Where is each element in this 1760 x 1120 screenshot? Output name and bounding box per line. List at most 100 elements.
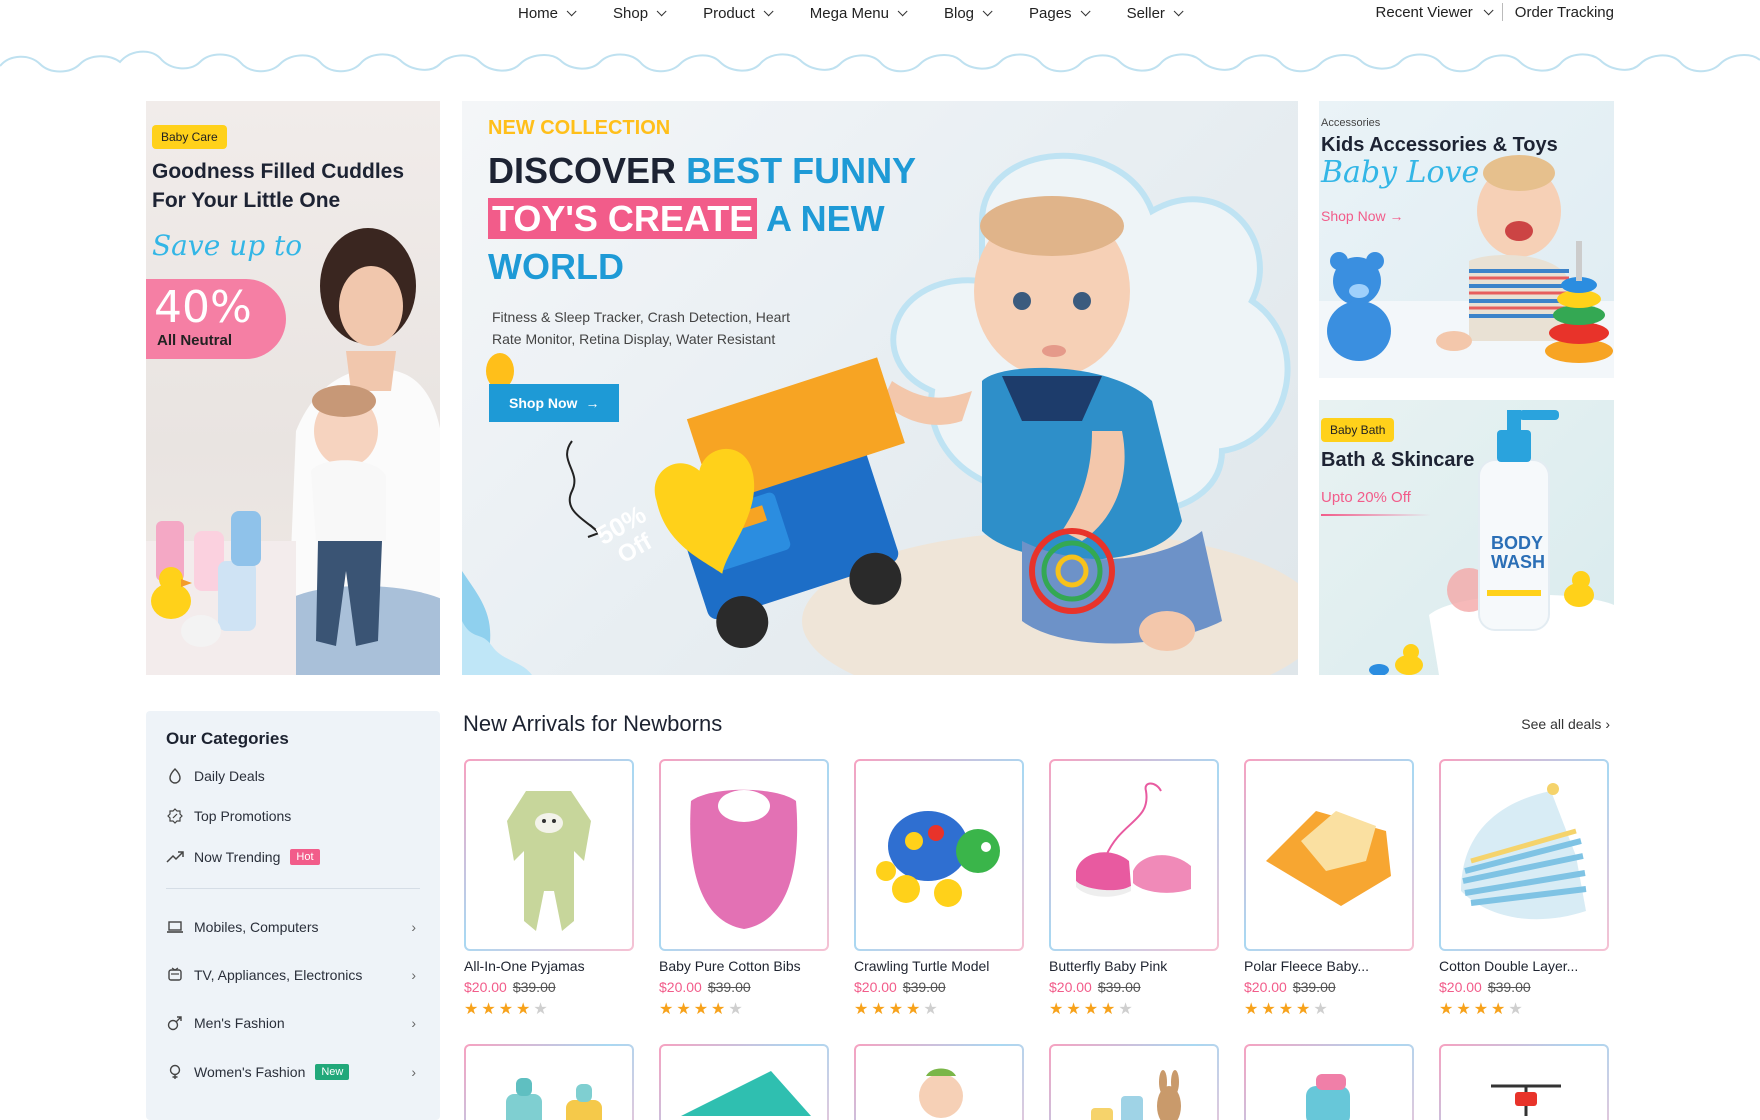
nav-home[interactable]: Home [518,3,577,23]
divider [166,888,420,889]
star-icon: ★ [728,1001,746,1018]
cloud-divider [0,50,1760,73]
nav-label: Shop [613,4,649,22]
product-card[interactable] [1244,1044,1414,1120]
star-icon: ★ [923,1001,941,1018]
nav-product[interactable]: Product [703,3,774,23]
sale-price: $20.00 [464,979,507,995]
product-card[interactable] [854,759,1024,951]
banner-title: Kids Accessories & Toys [1321,134,1558,156]
shop-now-button[interactable]: Shop Now → [489,384,620,422]
chevron-down-icon [1080,5,1091,16]
promo-banner-accessories[interactable]: Accessories Kids Accessories & Toys Baby… [1319,101,1614,378]
star-icon: ★★★★ [464,1001,534,1018]
nav-label: Home [518,4,559,22]
product-card[interactable] [1439,759,1609,951]
sidebar-item-label: TV, Appliances, Electronics [194,967,363,983]
order-tracking-link[interactable]: Order Tracking [1515,4,1614,21]
nav-label: Seller [1126,4,1165,22]
sidebar-item-womens-fashion[interactable]: Women's Fashion New › [166,1063,420,1081]
product-price: $20.00 $39.00 [659,979,751,995]
nav-label: Blog [943,4,975,22]
product-name[interactable]: Baby Pure Cotton Bibs [659,958,831,974]
headline-word: WORLD [488,246,624,287]
save-up-to-script: Save up to [152,229,303,262]
star-icon: ★ [1118,1001,1136,1018]
baby-hat-image [1461,783,1587,920]
nav-label: Mega Menu [809,4,889,22]
see-all-deals-link[interactable]: See all deals › [1521,716,1610,732]
star-icon: ★★★★ [1049,1001,1119,1018]
banner-title: Goodness Filled Cuddles For Your Little … [152,157,404,215]
sidebar-item-daily-deals[interactable]: Daily Deals [166,767,420,785]
accessories-eyebrow: Accessories [1321,117,1381,129]
shop-now-link[interactable]: Shop Now → [1321,208,1403,224]
baby-bath-tag: Baby Bath [1321,418,1395,442]
product-card[interactable] [1049,759,1219,951]
product-card[interactable] [464,759,634,951]
product-card[interactable] [659,1044,829,1120]
discount-badge: 40% All Neutral [146,279,286,359]
promotion-icon [166,807,184,825]
product-name[interactable]: Butterfly Baby Pink [1049,958,1221,974]
sidebar-item-label: Mobiles, Computers [194,919,319,935]
description-line: Rate Monitor, Retina Display, Water Resi… [492,331,776,347]
sidebar-item-tv-appliances[interactable]: TV, Appliances, Electronics › [166,966,420,984]
sidebar-item-label: Top Promotions [194,808,292,824]
nav-seller[interactable]: Seller [1126,3,1184,23]
nav-blog[interactable]: Blog [943,3,993,23]
balance-bike-image [1491,1084,1561,1116]
link-label: Shop Now [1321,208,1386,224]
sidebar-item-label: Women's Fashion [194,1064,306,1080]
star-icon: ★ [1508,1001,1526,1018]
promo-banner-baby-care[interactable]: Baby Care Goodness Filled Cuddles For Yo… [146,101,440,675]
product-card[interactable] [1049,1044,1219,1120]
bottle-label-line: WASH [1491,552,1545,572]
promo-banner-bath[interactable]: Baby Bath Bath & Skincare Upto 20% Off B… [1319,400,1614,675]
recent-viewer-dropdown[interactable]: Recent Viewer [1376,4,1494,21]
sale-price: $20.00 [854,979,897,995]
chevron-down-icon [897,5,908,16]
product-name[interactable]: Cotton Double Layer... [1439,958,1611,974]
bottle-label: BODY WASH [1491,534,1545,572]
sidebar-item-top-promotions[interactable]: Top Promotions [166,807,420,825]
product-card[interactable] [1244,759,1414,951]
nav-utility-links: Recent Viewer Order Tracking [1376,3,1614,21]
sippy-cup-image [1306,1074,1350,1120]
star-rating: ★★★★★ [659,999,746,1019]
new-collection-eyebrow: NEW COLLECTION [488,117,671,139]
chevron-down-icon [982,5,993,16]
product-price: $20.00 $39.00 [1439,979,1531,995]
sidebar-item-label: Daily Deals [194,768,265,784]
headline-word: BEST FUNNY [686,150,917,191]
original-price: $39.00 [902,979,946,995]
nav-mega-menu[interactable]: Mega Menu [809,3,908,23]
hot-badge: Hot [290,849,320,865]
female-icon [166,1063,184,1081]
trending-icon [166,848,184,866]
link-label: See all deals [1521,716,1602,732]
new-badge: New [315,1064,350,1080]
product-card[interactable] [659,759,829,951]
sidebar-item-mens-fashion[interactable]: Men's Fashion › [166,1014,420,1032]
nav-label: Pages [1029,4,1072,22]
nav-shop[interactable]: Shop [613,3,667,23]
chevron-down-icon [1173,5,1184,16]
sidebar-item-mobiles-computers[interactable]: Mobiles, Computers › [166,918,420,936]
bath-set-image [1091,1070,1181,1120]
product-card[interactable] [1439,1044,1609,1120]
tv-icon [166,966,184,984]
sale-price: $20.00 [1049,979,1092,995]
nav-pages[interactable]: Pages [1029,3,1091,23]
product-name[interactable]: All-In-One Pyjamas [464,958,636,974]
offer-text: Upto 20% Off [1321,489,1411,506]
product-name[interactable]: Crawling Turtle Model [854,958,1026,974]
product-name[interactable]: Polar Fleece Baby... [1244,958,1416,974]
product-card[interactable] [854,1044,1024,1120]
star-rating: ★★★★★ [1439,999,1526,1019]
product-card[interactable] [464,1044,634,1120]
star-rating: ★★★★★ [1244,999,1331,1019]
sidebar-item-label: Men's Fashion [194,1015,285,1031]
star-rating: ★★★★★ [464,999,551,1019]
sidebar-item-now-trending[interactable]: Now Trending Hot [166,848,420,866]
